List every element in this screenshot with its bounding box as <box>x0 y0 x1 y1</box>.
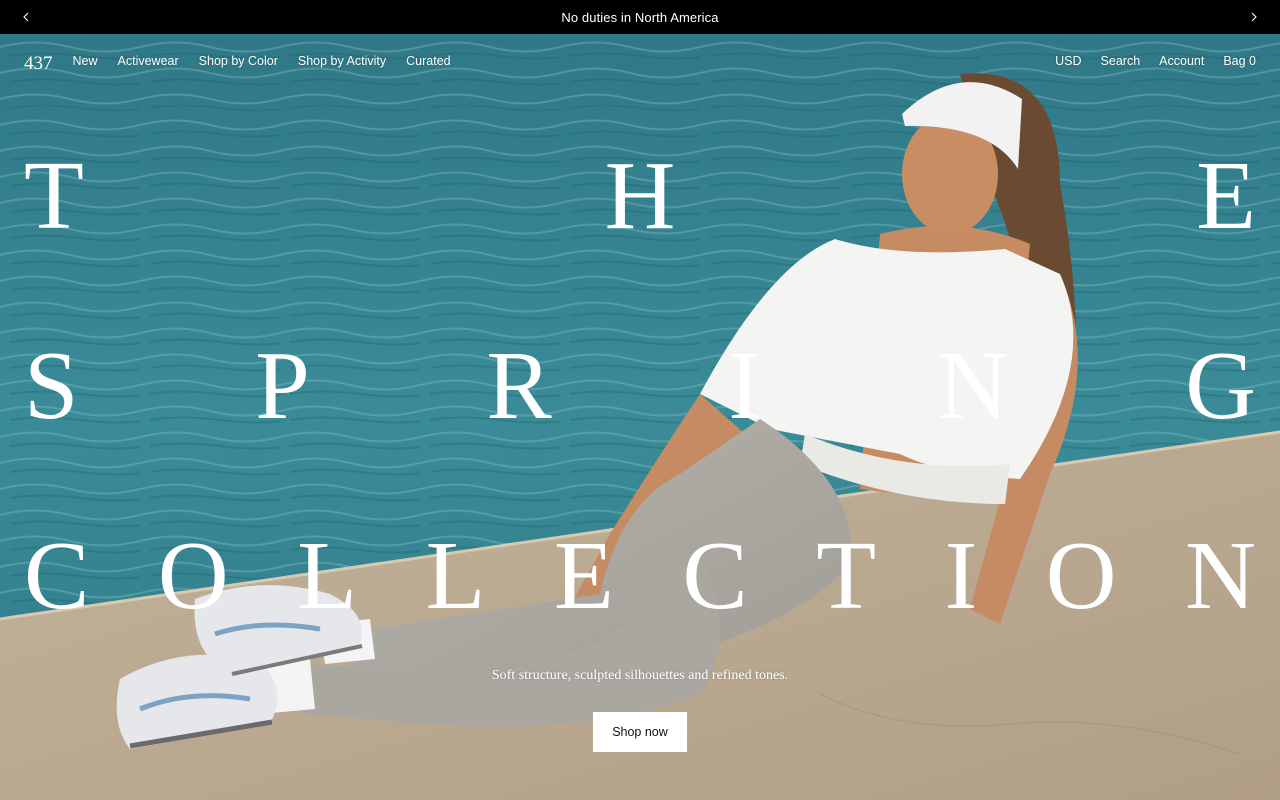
headline-letter: O <box>1045 522 1117 630</box>
headline-letter: O <box>157 522 229 630</box>
announcement-bar: No duties in North America <box>0 0 1280 34</box>
announcement-text: No duties in North America <box>561 9 719 25</box>
headline-letter: E <box>553 522 614 630</box>
headline-letter: H <box>604 142 676 250</box>
nav-item-activewear[interactable]: Activewear <box>118 54 179 68</box>
hero-tagline: Soft structure, sculpted silhouettes and… <box>491 668 789 683</box>
chevron-left-icon[interactable] <box>9 0 43 34</box>
headline-line-spring: S P R I N G <box>24 337 1256 435</box>
nav-item-new[interactable]: New <box>73 54 98 68</box>
chevron-right-icon[interactable] <box>1237 0 1271 34</box>
account-link[interactable]: Account <box>1159 54 1204 68</box>
bag-link[interactable]: Bag 0 <box>1223 54 1256 68</box>
currency-selector[interactable]: USD <box>1055 54 1081 68</box>
headline-letter: T <box>24 142 84 250</box>
headline-letter: E <box>1196 142 1256 250</box>
headline-line-the: T H E <box>24 147 1256 245</box>
headline-letter: I <box>728 332 762 440</box>
nav-item-curated[interactable]: Curated <box>406 54 450 68</box>
nav-item-shop-by-color[interactable]: Shop by Color <box>199 54 278 68</box>
headline-letter: N <box>1185 522 1256 630</box>
nav-item-shop-by-activity[interactable]: Shop by Activity <box>298 54 386 68</box>
headline-letter: R <box>486 332 552 440</box>
headline-letter: G <box>1185 332 1256 440</box>
headline-letter: S <box>24 332 79 440</box>
headline-letter: C <box>24 522 90 630</box>
shop-now-button[interactable]: Shop now <box>593 712 687 752</box>
headline-letter: C <box>682 522 748 630</box>
headline-letter: I <box>944 522 978 630</box>
headline-letter: L <box>425 522 486 630</box>
site-header: 437 New Activewear Shop by Color Shop by… <box>0 34 1280 88</box>
headline-line-collection: C O L L E C T I O N <box>24 527 1256 625</box>
headline-letter: L <box>297 522 358 630</box>
headline-letter: P <box>255 332 310 440</box>
headline-letter: N <box>937 332 1009 440</box>
search-link[interactable]: Search <box>1101 54 1141 68</box>
utility-nav: USD Search Account Bag 0 <box>1055 54 1256 68</box>
headline-letter: T <box>816 522 877 630</box>
primary-nav: New Activewear Shop by Color Shop by Act… <box>73 54 451 68</box>
brand-logo[interactable]: 437 <box>24 53 53 75</box>
